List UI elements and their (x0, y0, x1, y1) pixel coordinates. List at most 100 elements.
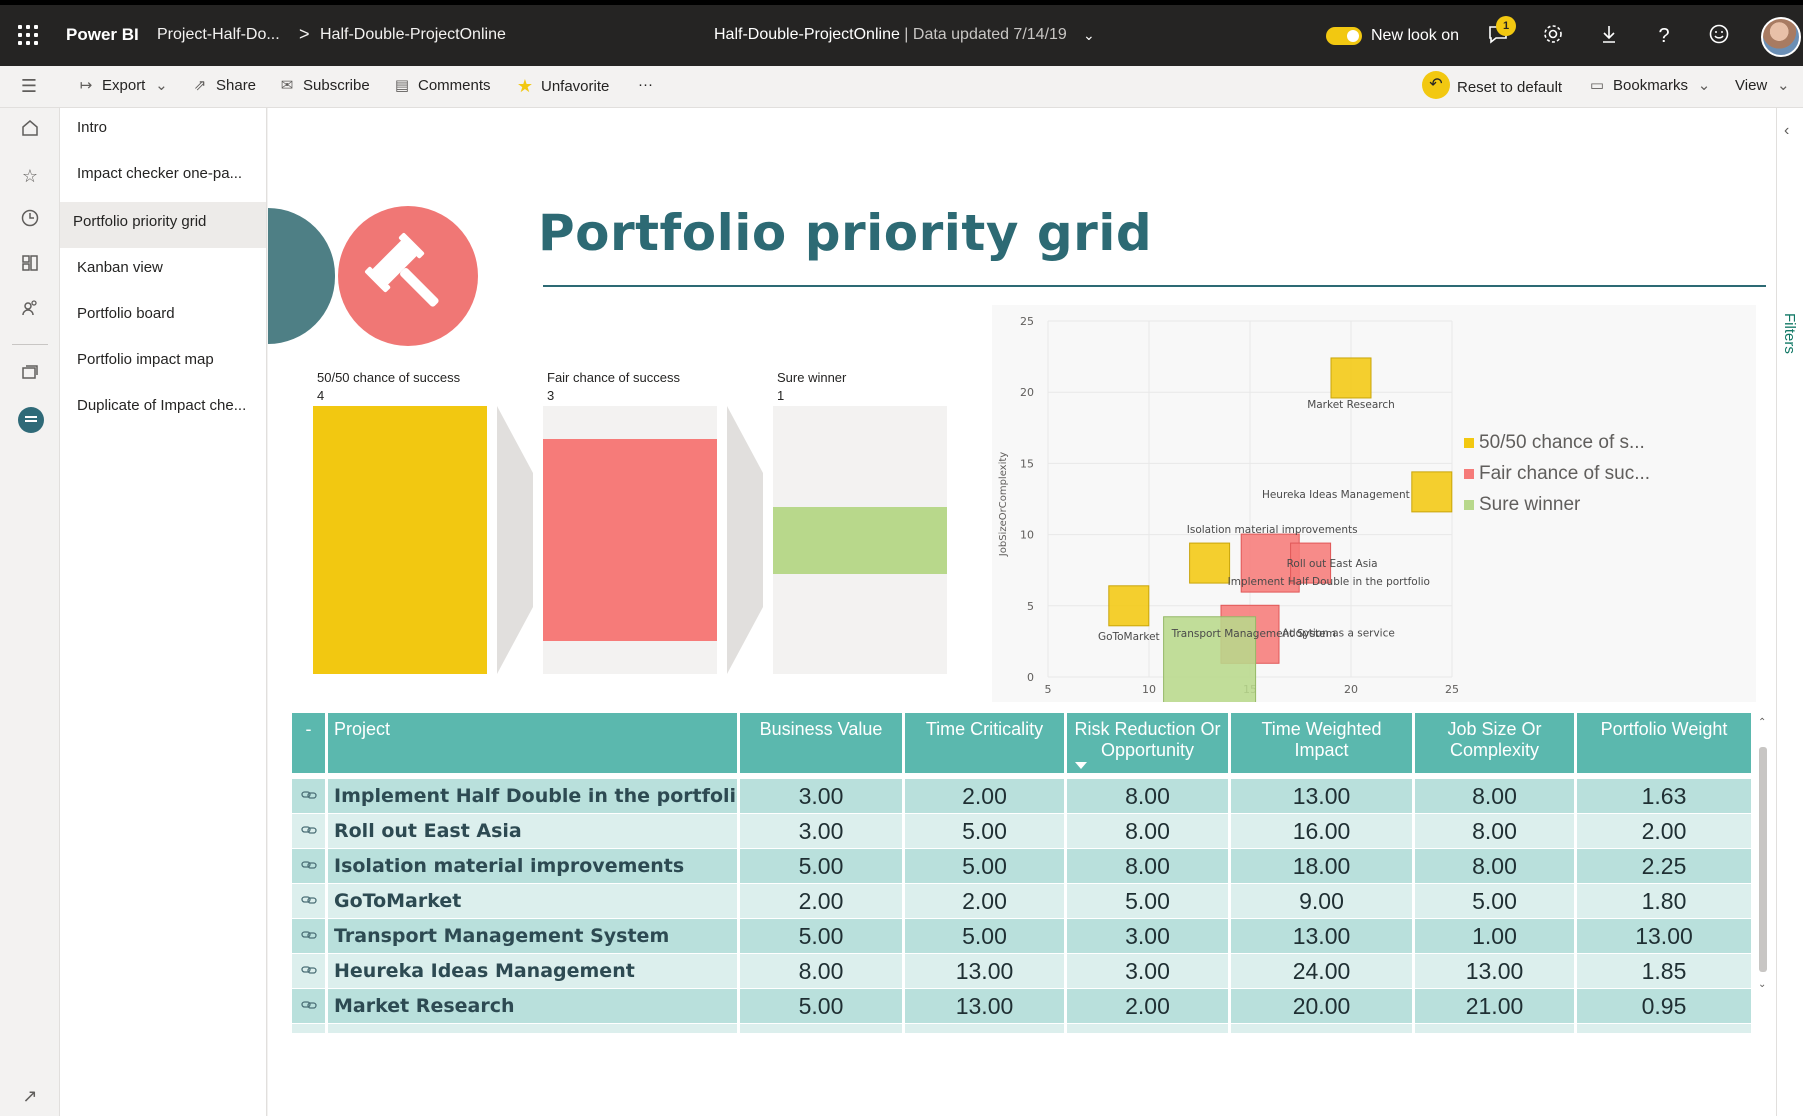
page-tab-portfolio-impact-map[interactable]: Portfolio impact map (60, 340, 266, 386)
y-tick-label: 25 (1020, 315, 1034, 328)
link-icon[interactable] (292, 814, 328, 849)
table-row[interactable]: Transport Management System 5.00 5.00 3.00 1… (292, 919, 1754, 954)
recent-clock-icon[interactable] (17, 208, 43, 234)
table-row[interactable]: Roll out East Asia 3.00 5.00 8.00 16.00 8.00 2… (292, 814, 1754, 849)
page-tab-kanban-view[interactable]: Kanban view (60, 248, 266, 294)
column-header-job-size[interactable]: Job Size Or Complexity (1415, 713, 1577, 773)
sort-descending-icon[interactable] (1075, 762, 1087, 769)
breadcrumb-workspace[interactable]: Project-Half-Do... (157, 26, 280, 44)
scroll-up-icon[interactable]: ⌃ (1758, 717, 1766, 728)
column-header-business-value[interactable]: Business Value (740, 713, 905, 773)
report-title-dropdown[interactable]: Half-Double-ProjectOnline | Data updated… (714, 26, 1067, 44)
page-tab-portfolio-board[interactable]: Portfolio board (60, 294, 266, 340)
help-icon[interactable]: ? (1651, 23, 1677, 49)
value-cell: 18.00 (1231, 849, 1415, 884)
workspaces-icon[interactable] (17, 363, 43, 389)
export-arrow-icon: ↦ (79, 77, 93, 94)
unfavorite-button[interactable]: ★ Unfavorite (516, 76, 609, 97)
more-options-button[interactable]: ··· (638, 76, 653, 93)
value-cell: 5.00 (905, 814, 1067, 849)
scroll-down-icon[interactable]: ⌄ (1758, 979, 1766, 990)
page-tab-portfolio-priority-grid[interactable]: Portfolio priority grid (60, 202, 266, 248)
value-cell: 5.00 (740, 849, 905, 884)
column-header-risk-reduction[interactable]: Risk Reduction Or Opportunity (1067, 713, 1231, 773)
value-cell: 13.00 (1415, 954, 1577, 989)
new-look-toggle[interactable] (1326, 27, 1362, 45)
comments-label: Comments (418, 76, 491, 94)
settings-gear-icon[interactable] (1540, 23, 1566, 49)
bookmarks-button[interactable]: ▭ Bookmarks ⌄ (1588, 76, 1713, 95)
home-icon[interactable] (17, 118, 43, 144)
page-tab-intro[interactable]: Intro (60, 108, 266, 154)
value-cell: 13.00 (1577, 919, 1754, 954)
link-icon[interactable] (292, 1024, 328, 1033)
scatter-chart: 5101520250510152025TimeWeightedImpactJob… (998, 315, 1650, 702)
funnel-bar-sure-winner[interactable] (773, 506, 947, 574)
value-cell: 3.00 (740, 814, 905, 849)
column-header-portfolio-weight[interactable]: Portfolio Weight (1577, 713, 1754, 773)
subscribe-button[interactable]: ✉ Subscribe (278, 76, 370, 95)
hamburger-menu-icon[interactable]: ☰ (20, 76, 38, 97)
reset-to-default-button[interactable]: ↶ Reset to default (1422, 71, 1563, 99)
favorites-star-icon[interactable]: ☆ (17, 163, 43, 189)
export-button[interactable]: ↦ Export ⌄ (77, 76, 170, 95)
top-bar: Power BI Project-Half-Do... > Half-Doubl… (0, 0, 1803, 66)
breadcrumb-report[interactable]: Half-Double-ProjectOnline (320, 26, 506, 44)
link-icon[interactable] (292, 884, 328, 919)
value-cell: 20.00 (1231, 989, 1415, 1024)
chevron-down-icon[interactable]: ⌄ (1083, 27, 1095, 44)
funnel-bar-5050[interactable] (313, 406, 487, 674)
funnel-bar-fair-chance[interactable] (543, 438, 717, 642)
gavel-icon (364, 232, 439, 307)
scatter-chart-visual[interactable]: 5101520250510152025TimeWeightedImpactJob… (992, 305, 1756, 702)
link-icon[interactable] (292, 779, 328, 814)
download-icon[interactable] (1596, 23, 1622, 49)
column-header-time-criticality[interactable]: Time Criticality (905, 713, 1067, 773)
current-workspace-icon[interactable] (18, 407, 44, 433)
feedback-smiley-icon[interactable] (1706, 23, 1732, 49)
page-tab-impact-checker[interactable]: Impact checker one-pa... (60, 154, 266, 200)
value-cell: 8.00 (1415, 814, 1577, 849)
shared-with-me-icon[interactable] (17, 298, 43, 324)
table-row[interactable]: Market Research 5.00 13.00 2.00 20.00 21.00 0.… (292, 989, 1754, 1024)
scrollbar-thumb[interactable] (1759, 747, 1767, 972)
filters-label[interactable]: Filters (1781, 313, 1798, 354)
value-cell: 5.00 (905, 849, 1067, 884)
link-icon[interactable] (292, 849, 328, 884)
view-button[interactable]: View ⌄ (1735, 76, 1792, 95)
y-tick-label: 10 (1020, 529, 1034, 542)
column-header-link[interactable]: - (292, 713, 328, 773)
table-row[interactable]: Isolation material improvements 5.00 5.00 8… (292, 849, 1754, 884)
x-tick-label: 5 (1045, 683, 1052, 696)
reset-label: Reset to default (1457, 79, 1563, 96)
app-launcher-icon[interactable] (18, 25, 40, 47)
table-row[interactable]: Heureka Ideas Management 8.00 13.00 3.00 24.… (292, 954, 1754, 989)
point-data-label: Isolation material improvements (1187, 524, 1358, 536)
funnel-stage-count: 1 (777, 388, 785, 403)
point-data-label: Market Research (1307, 399, 1395, 411)
comments-button[interactable]: ▤ Comments (393, 76, 491, 95)
table-row[interactable]: Implement Half Double in the portfolio 3.… (292, 779, 1754, 814)
column-header-time-weighted-impact[interactable]: Time Weighted Impact (1231, 713, 1415, 773)
column-header-project[interactable]: Project (328, 713, 740, 773)
link-icon[interactable] (292, 989, 328, 1024)
link-icon[interactable] (292, 954, 328, 989)
chevron-left-icon[interactable]: ‹ (1784, 122, 1789, 140)
expand-arrow-icon[interactable]: ↗ (17, 1083, 43, 1109)
value-cell: 0.95 (1577, 989, 1754, 1024)
page-tab-duplicate-impact-checker[interactable]: Duplicate of Impact che... (60, 386, 266, 432)
legend-entry: Sure winner (1479, 494, 1581, 515)
value-cell: 2.00 (1067, 989, 1231, 1024)
rail-divider (12, 344, 48, 345)
project-table[interactable]: - Project Business Value Time Criticalit… (292, 713, 1754, 1033)
user-avatar[interactable] (1761, 17, 1801, 57)
share-button[interactable]: ⇗ Share (191, 76, 256, 95)
project-name-cell: Heureka Ideas Management (328, 954, 740, 989)
filters-pane-collapsed[interactable]: ‹ Filters (1776, 108, 1803, 1116)
table-row[interactable]: GoToMarket 2.00 2.00 5.00 9.00 5.00 1.80 (292, 884, 1754, 919)
table-scrollbar[interactable]: ⌃ ⌄ (1756, 713, 1770, 1013)
brand-name[interactable]: Power BI (66, 25, 139, 45)
link-icon[interactable] (292, 919, 328, 954)
apps-icon[interactable] (17, 253, 43, 279)
table-row[interactable]: Adoption as a service5.003.003.0015.003.… (292, 1024, 1754, 1033)
